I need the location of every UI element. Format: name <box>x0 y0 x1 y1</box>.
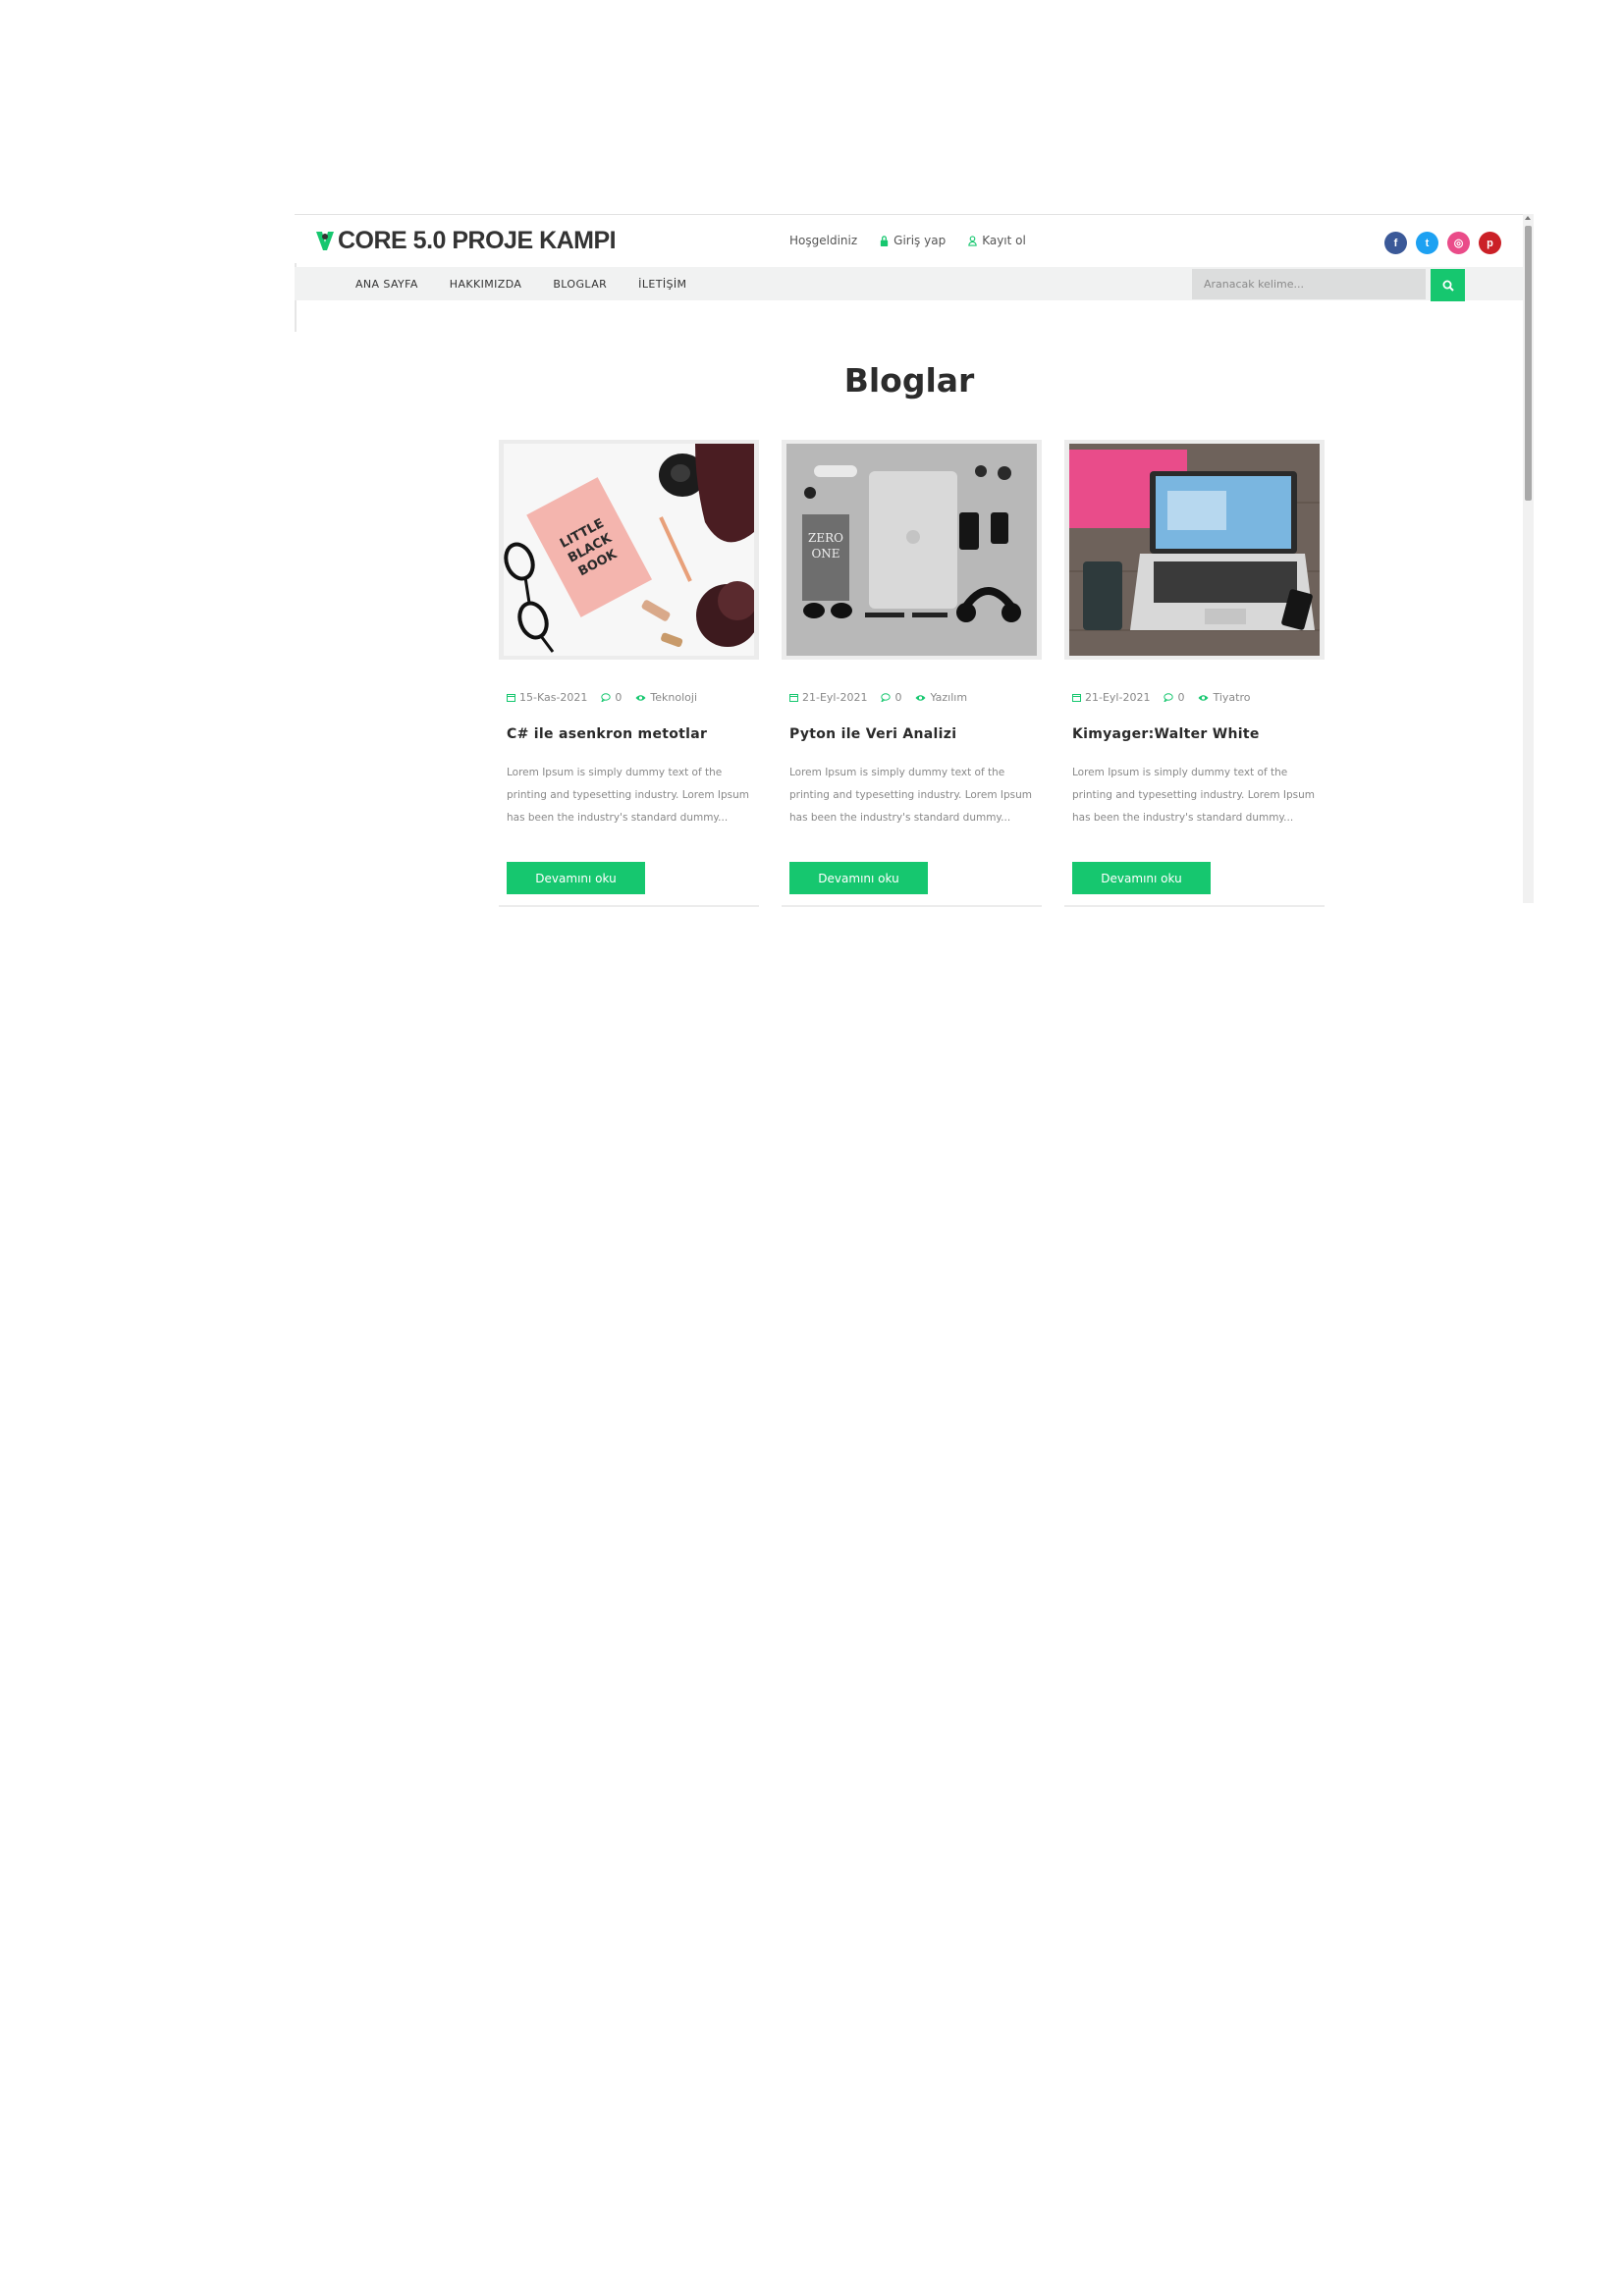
post-category-text: Tiyatro <box>1213 691 1251 704</box>
svg-text:ZERO: ZERO <box>808 531 843 545</box>
comment-icon <box>601 693 612 702</box>
post-comments[interactable]: 0 <box>881 691 901 704</box>
eye-icon <box>635 694 646 701</box>
welcome-text: Hoşgeldiniz <box>789 234 858 247</box>
read-more-button[interactable]: Devamını oku <box>507 862 645 894</box>
nav-menu: ANA SAYFA HAKKIMIZDA BLOGLAR İLETİŞİM <box>355 267 686 300</box>
post-title[interactable]: C# ile asenkron metotlar <box>507 726 707 742</box>
blog-card: 21-Eyl-2021 0 Tiyatro Kimyager:Walter Wh… <box>1064 440 1325 907</box>
calendar-icon <box>507 694 515 702</box>
blog-image[interactable]: ZERO ONE <box>782 440 1042 660</box>
facebook-icon[interactable]: f <box>1384 232 1407 254</box>
twitter-icon[interactable]: t <box>1416 232 1438 254</box>
pinterest-icon[interactable]: p <box>1479 232 1501 254</box>
post-comment-count: 0 <box>894 691 902 704</box>
post-meta: 21-Eyl-2021 0 Yazılım <box>789 691 967 704</box>
post-category[interactable]: Teknoloji <box>635 691 697 704</box>
calendar-icon <box>1072 694 1081 702</box>
post-excerpt: Lorem Ipsum is simply dummy text of the … <box>507 767 750 824</box>
post-excerpt: Lorem Ipsum is simply dummy text of the … <box>789 767 1033 824</box>
post-date: 21-Eyl-2021 <box>1072 691 1150 704</box>
brand-title: CORE 5.0 PROJE KAMPI <box>338 226 617 254</box>
comment-icon <box>1164 693 1174 702</box>
post-title[interactable]: Kimyager:Walter White <box>1072 726 1260 742</box>
login-label: Giriş yap <box>893 234 947 247</box>
comment-icon <box>881 693 892 702</box>
post-date: 15-Kas-2021 <box>507 691 587 704</box>
calendar-icon <box>789 694 798 702</box>
nav-item-blogs[interactable]: BLOGLAR <box>553 278 607 291</box>
post-date: 21-Eyl-2021 <box>789 691 867 704</box>
post-date-text: 21-Eyl-2021 <box>1085 691 1151 704</box>
post-category[interactable]: Tiyatro <box>1198 691 1250 704</box>
lock-icon <box>880 235 889 246</box>
eye-icon <box>1198 694 1209 701</box>
dribbble-icon[interactable]: ◎ <box>1447 232 1470 254</box>
blog-card: LITTLE BLACK BOOK 15-Kas-2021 0 Teknoloj… <box>499 440 759 907</box>
search-input[interactable] <box>1192 269 1426 299</box>
blog-card: ZERO ONE 21-Eyl-2021 0 Yazılım Pyton ile… <box>782 440 1042 907</box>
post-category-text: Teknoloji <box>650 691 698 704</box>
main-navbar: ANA SAYFA HAKKIMIZDA BLOGLAR İLETİŞİM <box>295 267 1523 301</box>
blog-image[interactable]: LITTLE BLACK BOOK <box>499 440 759 660</box>
post-excerpt: Lorem Ipsum is simply dummy text of the … <box>1072 767 1316 824</box>
post-comment-count: 0 <box>1177 691 1185 704</box>
scroll-up-icon[interactable] <box>1525 216 1531 220</box>
scrollbar-thumb[interactable] <box>1525 226 1532 501</box>
laptop-desk-image <box>1069 444 1320 656</box>
top-border <box>295 214 1524 215</box>
user-icon <box>968 235 977 246</box>
browser-screenshot: CORE 5.0 PROJE KAMPI Hoşgeldiniz Giriş y… <box>295 214 1534 907</box>
search-button[interactable] <box>1431 269 1465 301</box>
social-links: f t ◎ p <box>1384 232 1501 254</box>
login-link[interactable]: Giriş yap <box>879 234 946 247</box>
nav-item-home[interactable]: ANA SAYFA <box>355 278 418 291</box>
laptop-gadgets-image: ZERO ONE <box>786 444 1037 656</box>
post-comments[interactable]: 0 <box>601 691 622 704</box>
post-title[interactable]: Pyton ile Veri Analizi <box>789 726 956 742</box>
scrollbar[interactable] <box>1523 214 1534 903</box>
post-meta: 15-Kas-2021 0 Teknoloji <box>507 691 697 704</box>
svg-text:ONE: ONE <box>811 547 839 561</box>
register-label: Kayıt ol <box>982 234 1026 247</box>
post-category[interactable]: Yazılım <box>915 691 967 704</box>
read-more-button[interactable]: Devamını oku <box>1072 862 1211 894</box>
page-title: Bloglar <box>843 361 975 400</box>
post-comment-count: 0 <box>615 691 623 704</box>
post-comments[interactable]: 0 <box>1164 691 1184 704</box>
read-more-button[interactable]: Devamını oku <box>789 862 928 894</box>
post-date-text: 15-Kas-2021 <box>519 691 588 704</box>
little-black-book-image: LITTLE BLACK BOOK <box>504 444 754 656</box>
nav-item-contact[interactable]: İLETİŞİM <box>638 278 686 291</box>
logo-icon <box>316 232 334 250</box>
site-logo[interactable]: CORE 5.0 PROJE KAMPI <box>314 226 617 254</box>
post-date-text: 21-Eyl-2021 <box>802 691 868 704</box>
header-links: Hoşgeldiniz Giriş yap Kayıt ol <box>789 234 1026 247</box>
post-meta: 21-Eyl-2021 0 Tiyatro <box>1072 691 1250 704</box>
search-icon <box>1442 280 1454 292</box>
site-header: CORE 5.0 PROJE KAMPI Hoşgeldiniz Giriş y… <box>295 216 1523 265</box>
post-category-text: Yazılım <box>930 691 968 704</box>
nav-item-about[interactable]: HAKKIMIZDA <box>450 278 522 291</box>
eye-icon <box>915 694 926 701</box>
register-link[interactable]: Kayıt ol <box>967 234 1026 247</box>
blog-image[interactable] <box>1064 440 1325 660</box>
